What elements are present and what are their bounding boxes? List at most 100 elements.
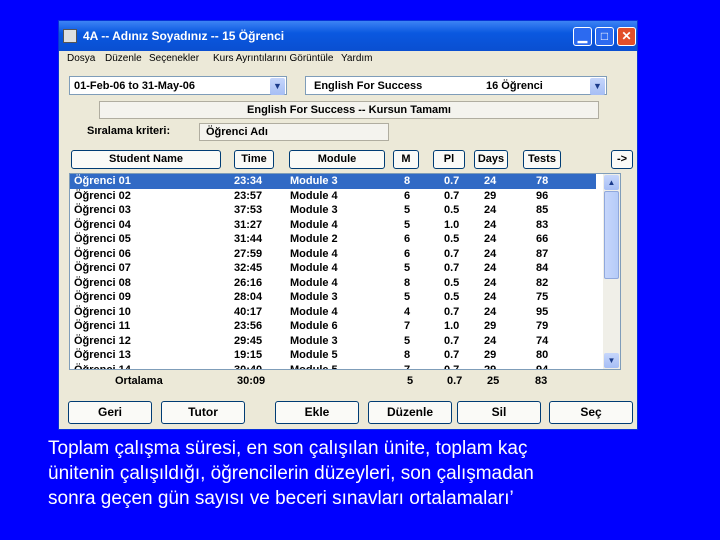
table-row[interactable]: Öğrenci 14 30:40 Module 5 7 0.7 29 94 (70, 363, 596, 370)
caption-line: Toplam çalışma süresi, en son çalışılan … (48, 438, 528, 459)
cell-student-name: Öğrenci 03 (74, 204, 131, 216)
cell-module: Module 5 (290, 363, 338, 370)
scroll-down-icon[interactable]: ▼ (604, 353, 619, 368)
table-row[interactable]: Öğrenci 05 31:44 Module 2 6 0.5 24 66 (70, 232, 596, 247)
menu-yardim[interactable]: Yardım (341, 53, 373, 64)
table-row[interactable]: Öğrenci 06 27:59 Module 4 6 0.7 24 87 (70, 247, 596, 262)
average-days: 25 (487, 375, 500, 387)
column-days[interactable]: Days (474, 150, 508, 169)
app-window: 4A -- Adınız Soyadınız -- 15 Öğrenci ▁ □… (58, 20, 638, 430)
tutor-button[interactable]: Tutor (161, 401, 245, 424)
cell-module: Module 4 (290, 189, 338, 202)
cell-module: Module 3 (290, 334, 338, 347)
column-module[interactable]: Module (289, 150, 385, 169)
cell-student-name: Öğrenci 01 (74, 175, 131, 187)
menu-kurs-ayrintilari[interactable]: Kurs Ayrıntılarını Görüntüle (213, 53, 333, 64)
cell-days: 24 (484, 276, 497, 289)
student-table: Öğrenci 01 23:34 Module 3 8 0.7 24 78 Öğrenci 0… (69, 173, 621, 370)
cell-module: Module 4 (290, 276, 338, 289)
back-button[interactable]: Geri (68, 401, 152, 424)
course-count: 16 Öğrenci (486, 80, 543, 92)
cell-module: Module 4 (290, 305, 338, 318)
cell-tests: 87 (536, 247, 549, 260)
cell-m: 8 (404, 276, 411, 289)
column-tests[interactable]: Tests (523, 150, 561, 169)
title-bar[interactable]: 4A -- Adınız Soyadınız -- 15 Öğrenci ▁ □… (59, 21, 637, 51)
cell-days: 24 (484, 175, 497, 187)
select-button[interactable]: Seç (549, 401, 633, 424)
minimize-button[interactable]: ▁ (573, 27, 592, 46)
caption-text: Toplam çalışma süresi, en son çalışılan … (48, 436, 708, 511)
maximize-button[interactable]: □ (595, 27, 614, 46)
edit-button[interactable]: Düzenle (368, 401, 452, 424)
cell-pl: 0.7 (444, 305, 460, 318)
cell-module: Module 4 (290, 247, 338, 260)
cell-module: Module 3 (290, 175, 338, 187)
menu-secenekler[interactable]: Seçenekler (149, 53, 199, 64)
cell-student-name: Öğrenci 04 (74, 218, 131, 231)
cell-days: 24 (484, 262, 497, 274)
chevron-down-icon[interactable]: ▼ (270, 78, 285, 95)
table-row[interactable]: Öğrenci 09 28:04 Module 3 5 0.5 24 75 (70, 290, 596, 305)
cell-student-name: Öğrenci 12 (74, 334, 131, 347)
close-button[interactable]: ✕ (617, 27, 636, 46)
add-button[interactable]: Ekle (275, 401, 359, 424)
cell-pl: 0.7 (444, 189, 460, 202)
table-row[interactable]: Öğrenci 13 19:15 Module 5 8 0.7 29 80 (70, 348, 596, 363)
column-m[interactable]: M (393, 150, 419, 169)
cell-tests: 74 (536, 334, 549, 347)
cell-pl: 0.7 (444, 262, 460, 274)
cell-student-name: Öğrenci 07 (74, 262, 131, 274)
course-banner: English For Success -- Kursun Tamamı (99, 101, 599, 119)
cell-module: Module 2 (290, 233, 338, 245)
table-row[interactable]: Öğrenci 12 29:45 Module 3 5 0.7 24 74 (70, 334, 596, 349)
cell-days: 24 (484, 334, 497, 347)
delete-button[interactable]: Sil (457, 401, 541, 424)
table-row[interactable]: Öğrenci 02 23:57 Module 4 6 0.7 29 96 (70, 189, 596, 204)
cell-days: 29 (484, 363, 497, 370)
sort-label: Sıralama kriteri: (87, 125, 171, 137)
scroll-thumb[interactable] (604, 191, 619, 279)
cell-tests: 83 (536, 218, 549, 231)
average-tests: 83 (535, 375, 548, 387)
cell-tests: 82 (536, 276, 549, 289)
cell-m: 7 (404, 320, 411, 332)
column-pl[interactable]: Pl (433, 150, 465, 169)
cell-pl: 0.7 (444, 349, 460, 361)
cell-pl: 0.7 (444, 334, 460, 347)
average-label: Ortalama (115, 375, 163, 387)
course-select[interactable]: English For Success 16 Öğrenci ▼ (305, 76, 607, 95)
table-row[interactable]: Öğrenci 01 23:34 Module 3 8 0.7 24 78 (70, 174, 596, 189)
table-row[interactable]: Öğrenci 10 40:17 Module 4 4 0.7 24 95 (70, 305, 596, 320)
table-row[interactable]: Öğrenci 08 26:16 Module 4 8 0.5 24 82 (70, 276, 596, 291)
cell-m: 8 (404, 349, 411, 361)
date-range-select[interactable]: 01-Feb-06 to 31-May-06 ▼ (69, 76, 287, 95)
cell-m: 6 (404, 189, 411, 202)
cell-tests: 80 (536, 349, 549, 361)
table-row[interactable]: Öğrenci 04 31:27 Module 4 5 1.0 24 83 (70, 218, 596, 233)
cell-module: Module 3 (290, 291, 338, 303)
cell-m: 6 (404, 247, 411, 260)
next-columns-button[interactable]: -> (611, 150, 633, 169)
menu-dosya[interactable]: Dosya (67, 53, 95, 64)
cell-time: 23:56 (234, 320, 263, 332)
cell-days: 29 (484, 320, 497, 332)
cell-days: 29 (484, 189, 497, 202)
table-row[interactable]: Öğrenci 11 23:56 Module 6 7 1.0 29 79 (70, 319, 596, 334)
cell-pl: 1.0 (444, 218, 460, 231)
cell-tests: 96 (536, 189, 549, 202)
column-student-name[interactable]: Student Name (71, 150, 221, 169)
chevron-down-icon[interactable]: ▼ (590, 78, 605, 95)
cell-pl: 0.7 (444, 175, 460, 187)
column-time[interactable]: Time (234, 150, 274, 169)
table-scrollbar[interactable]: ▲ ▼ (603, 174, 620, 369)
cell-time: 29:45 (234, 334, 263, 347)
menu-duzenle[interactable]: Düzenle (105, 53, 142, 64)
cell-module: Module 4 (290, 218, 338, 231)
cell-time: 31:27 (234, 218, 263, 231)
table-row[interactable]: Öğrenci 07 32:45 Module 4 5 0.7 24 84 (70, 261, 596, 276)
menu-bar: Dosya Düzenle Seçenekler Kurs Ayrıntılar… (59, 51, 637, 68)
table-row[interactable]: Öğrenci 03 37:53 Module 3 5 0.5 24 85 (70, 203, 596, 218)
scroll-up-icon[interactable]: ▲ (604, 175, 619, 190)
cell-m: 5 (404, 334, 411, 347)
